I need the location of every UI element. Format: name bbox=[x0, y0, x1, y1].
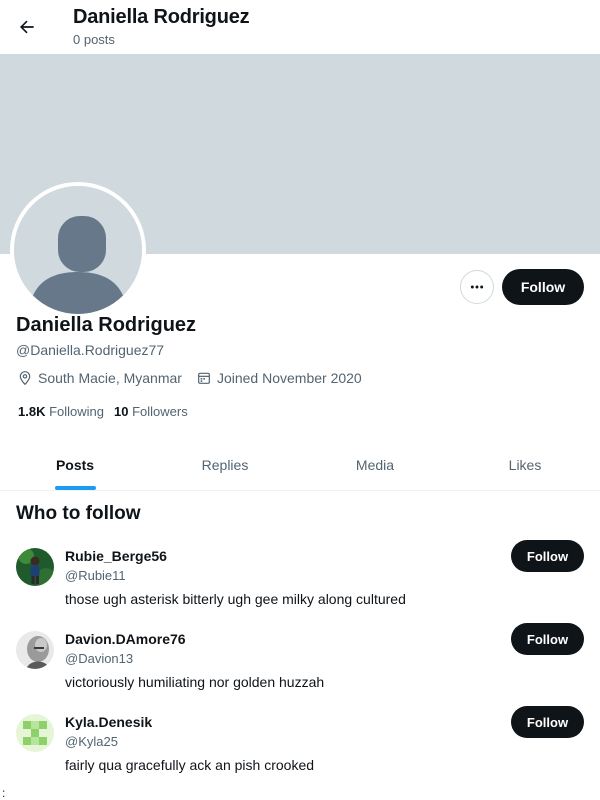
who-to-follow-heading: Who to follow bbox=[16, 503, 141, 524]
followers-link[interactable]: 10 Followers bbox=[114, 404, 188, 419]
arrow-left-icon bbox=[20, 20, 34, 34]
followers-label: Followers bbox=[132, 404, 188, 419]
tab-label: Media bbox=[355, 457, 395, 473]
calendar-icon bbox=[198, 372, 210, 384]
following-count: 1.8K bbox=[18, 404, 46, 419]
page-title: Daniella Rodriguez bbox=[73, 6, 250, 28]
follow-stats: 1.8K Following 10 Followers bbox=[18, 404, 198, 419]
joined-text: Joined November 2020 bbox=[216, 370, 362, 386]
profile-tabs: Posts Replies Media Likes bbox=[0, 440, 600, 491]
default-avatar-icon bbox=[14, 186, 142, 314]
following-link[interactable]: 1.8K Following bbox=[18, 404, 104, 419]
top-bar: Daniella Rodriguez 0 posts bbox=[0, 0, 600, 54]
suggestion-follow-button[interactable]: Follow bbox=[511, 623, 584, 655]
joined-date: Joined November 2020 bbox=[196, 370, 362, 386]
tab-label: Likes bbox=[508, 457, 542, 473]
tab-replies[interactable]: Replies bbox=[150, 440, 300, 490]
profile-handle: @Daniella.Rodriguez77 bbox=[16, 342, 165, 358]
tab-likes[interactable]: Likes bbox=[450, 440, 600, 490]
avatar[interactable] bbox=[16, 548, 54, 586]
more-horizontal-icon bbox=[470, 285, 484, 289]
suggestion-item[interactable]: Davion.DAmore76 @Davion13 victoriously h… bbox=[0, 623, 600, 714]
active-tab-indicator bbox=[54, 486, 96, 490]
followers-count: 10 bbox=[114, 404, 129, 419]
profile-name: Daniella Rodriguez bbox=[16, 314, 197, 336]
profile-meta: South Macie, Myanmar Joined November 202… bbox=[17, 370, 376, 386]
suggestion-name[interactable]: Rubie_Berge56 bbox=[65, 548, 167, 564]
back-button[interactable] bbox=[12, 10, 42, 44]
posts-count: 0 posts bbox=[73, 32, 115, 47]
location-pin-icon bbox=[19, 371, 31, 386]
suggestion-item[interactable]: Rubie_Berge56 @Rubie11 those ugh asteris… bbox=[0, 540, 600, 631]
more-options-button[interactable] bbox=[460, 270, 494, 304]
suggestion-bio: those ugh asterisk bitterly ugh gee milk… bbox=[65, 591, 406, 607]
suggestion-bio: fairly qua gracefully ack an pish crooke… bbox=[65, 757, 315, 773]
profile-avatar[interactable] bbox=[10, 182, 146, 318]
location: South Macie, Myanmar bbox=[17, 370, 182, 386]
tab-label: Posts bbox=[55, 457, 95, 473]
following-label: Following bbox=[49, 404, 105, 419]
avatar[interactable] bbox=[16, 714, 54, 752]
follow-button[interactable]: Follow bbox=[502, 269, 584, 305]
suggestion-bio: victoriously humiliating nor golden huzz… bbox=[65, 674, 325, 690]
suggestion-item[interactable]: Kyla.Denesik @Kyla25 fairly qua graceful… bbox=[0, 706, 600, 797]
tab-label: Replies bbox=[201, 457, 249, 473]
suggestion-handle: @Kyla25 bbox=[65, 734, 118, 749]
suggestion-name[interactable]: Davion.DAmore76 bbox=[65, 631, 186, 647]
suggestion-follow-button[interactable]: Follow bbox=[511, 706, 584, 738]
stray-text: : bbox=[2, 786, 6, 800]
tab-media[interactable]: Media bbox=[300, 440, 450, 490]
avatar[interactable] bbox=[16, 631, 54, 669]
tab-posts[interactable]: Posts bbox=[0, 440, 150, 490]
suggestion-handle: @Rubie11 bbox=[65, 568, 126, 583]
suggestion-name[interactable]: Kyla.Denesik bbox=[65, 714, 152, 730]
location-text: South Macie, Myanmar bbox=[38, 370, 182, 386]
suggestion-handle: @Davion13 bbox=[65, 651, 134, 666]
suggestion-follow-button[interactable]: Follow bbox=[511, 540, 584, 572]
